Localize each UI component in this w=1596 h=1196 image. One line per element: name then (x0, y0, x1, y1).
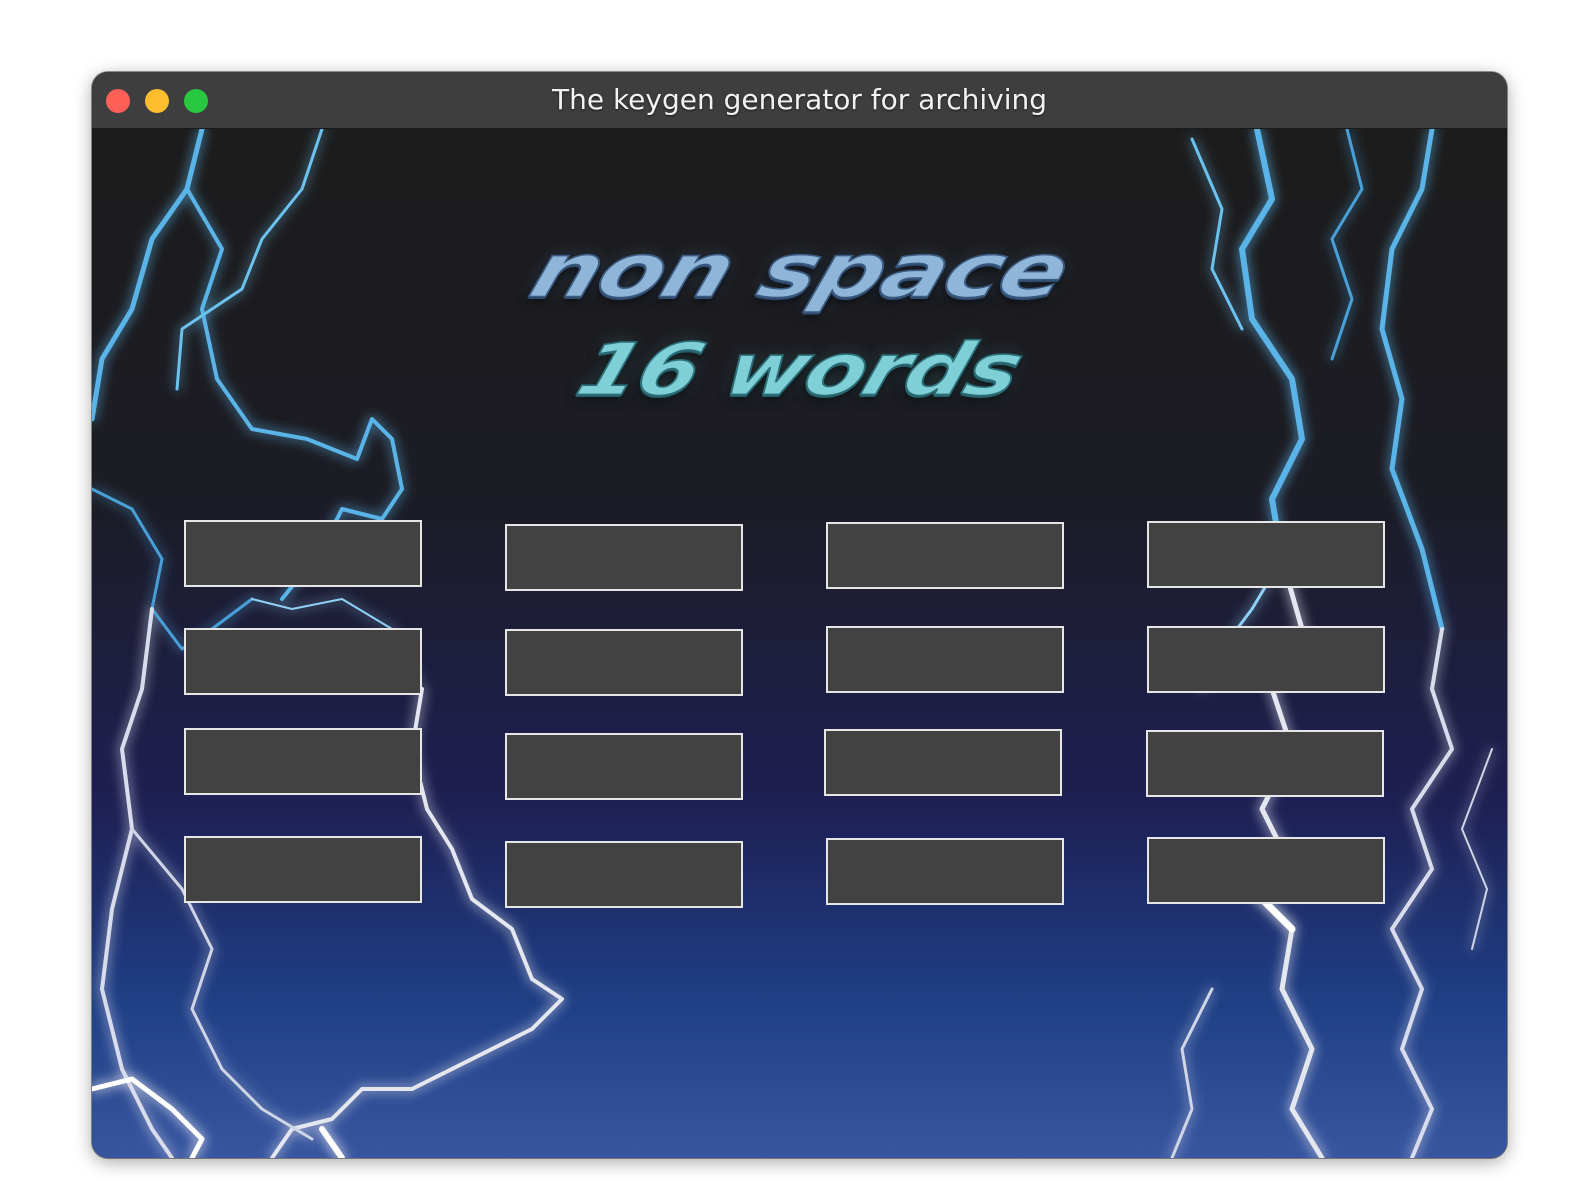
word-input-2[interactable] (505, 524, 743, 591)
word-input-9[interactable] (184, 728, 422, 795)
window-title: The keygen generator for archiving (551, 83, 1048, 116)
word-input-16[interactable] (1147, 837, 1385, 904)
word-input-11[interactable] (824, 729, 1062, 796)
word-input-13[interactable] (184, 836, 422, 903)
word-input-12[interactable] (1146, 730, 1384, 797)
title-bar[interactable]: The keygen generator for archiving (92, 72, 1507, 129)
word-input-14[interactable] (505, 841, 743, 908)
logo-subtitle: 16 words (566, 326, 1033, 412)
word-input-3[interactable] (826, 522, 1064, 589)
word-input-1[interactable] (184, 520, 422, 587)
logo: non space 16 words (92, 129, 1507, 469)
word-input-4[interactable] (1147, 521, 1385, 588)
main-content: non space 16 words (92, 129, 1507, 1158)
word-input-15[interactable] (826, 838, 1064, 905)
word-input-10[interactable] (505, 733, 743, 800)
word-input-5[interactable] (184, 628, 422, 695)
word-input-7[interactable] (826, 626, 1064, 693)
word-input-6[interactable] (505, 629, 743, 696)
word-input-8[interactable] (1147, 626, 1385, 693)
app-window: The keygen generator for archiving non s… (92, 72, 1507, 1158)
logo-title: non space (519, 226, 1080, 315)
